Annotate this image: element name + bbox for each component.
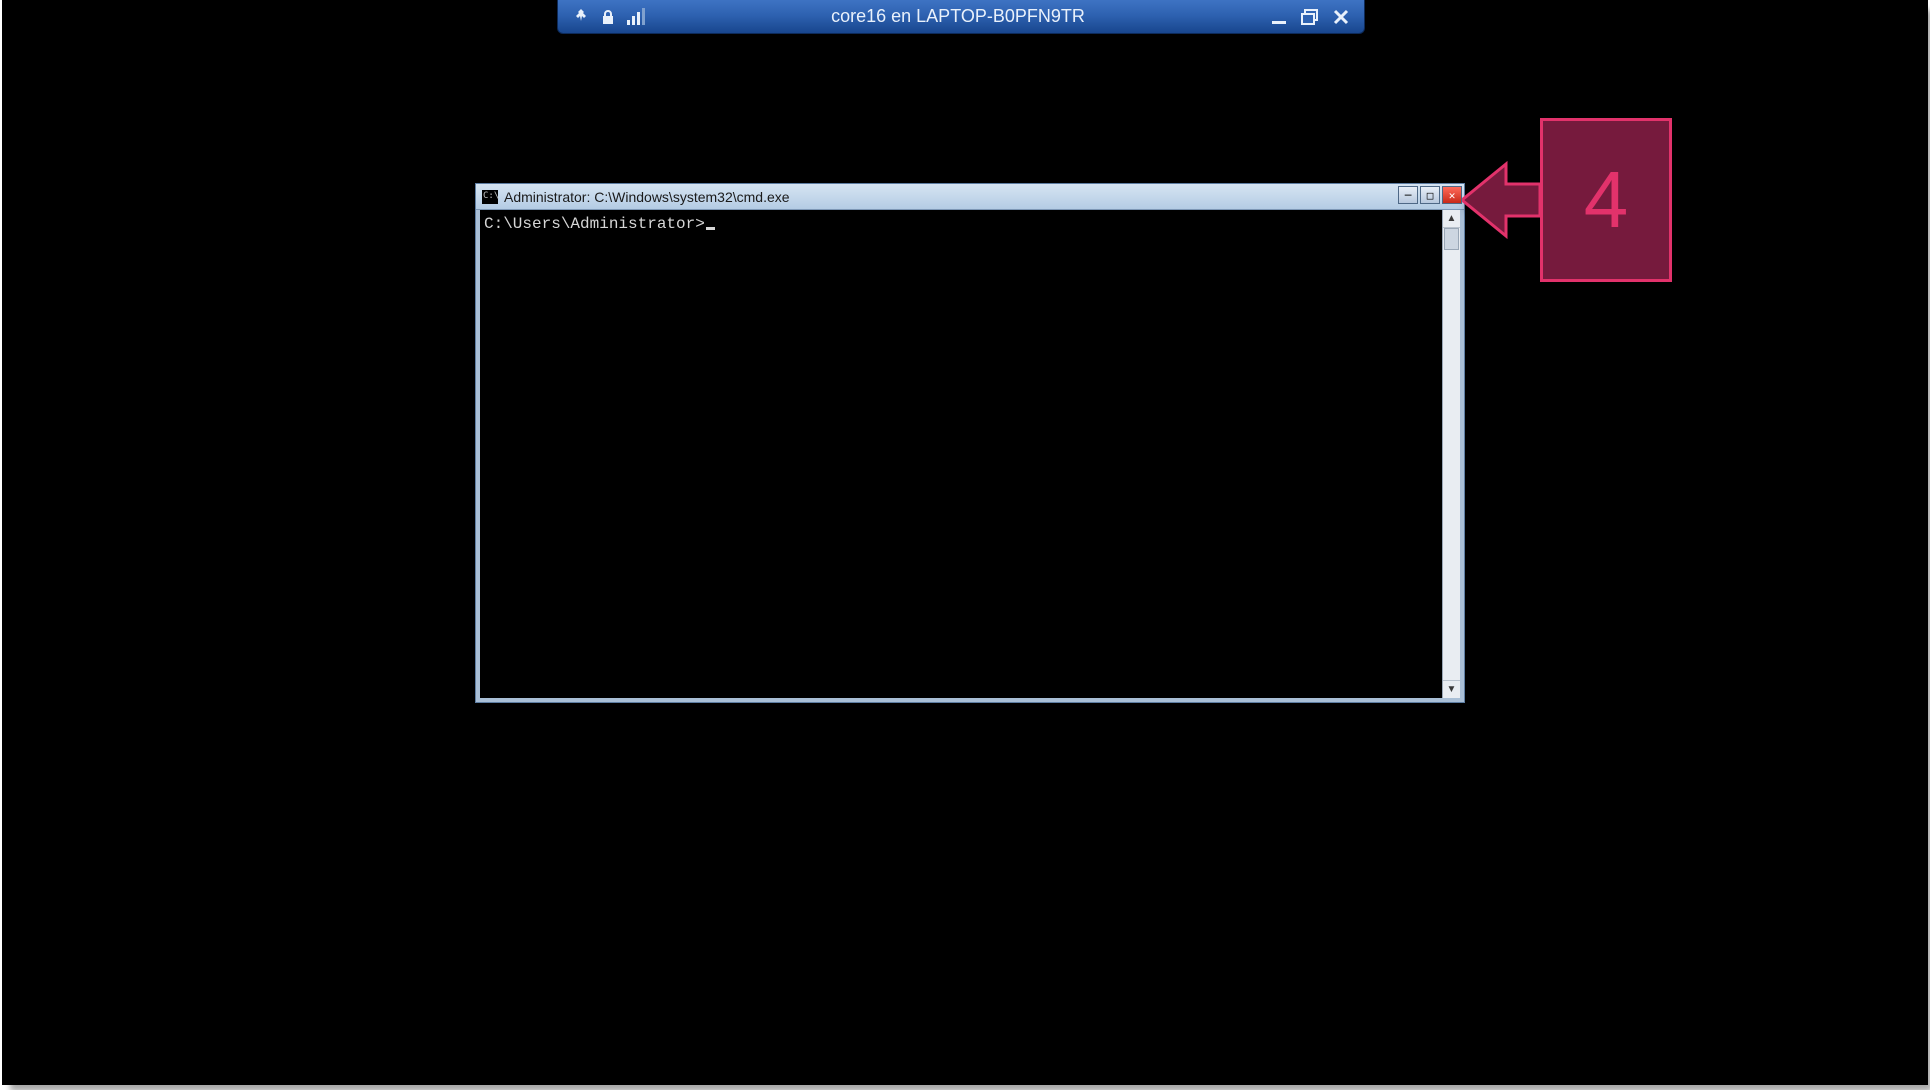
scroll-down-button[interactable]: ▼ bbox=[1443, 680, 1460, 698]
cmd-window[interactable]: Administrator: C:\Windows\system32\cmd.e… bbox=[475, 183, 1465, 703]
rdp-restore-button[interactable] bbox=[1300, 8, 1320, 26]
callout-number: 4 bbox=[1584, 154, 1629, 246]
annotation-callout: 4 bbox=[1462, 118, 1672, 282]
callout-arrow-icon bbox=[1462, 152, 1540, 248]
rdp-bar-title: core16 en LAPTOP-B0PFN9TR bbox=[646, 6, 1270, 27]
cmd-close-button[interactable]: ✕ bbox=[1442, 186, 1462, 204]
rdp-close-button[interactable] bbox=[1332, 8, 1350, 26]
cmd-cursor bbox=[706, 227, 715, 230]
rdp-bar-left-icons bbox=[558, 8, 646, 26]
cmd-sysmenu-icon[interactable] bbox=[482, 190, 498, 204]
pin-icon[interactable] bbox=[572, 8, 590, 26]
rdp-connection-bar[interactable]: core16 en LAPTOP-B0PFN9TR bbox=[557, 0, 1365, 34]
cmd-output[interactable]: C:\Users\Administrator> bbox=[480, 210, 1442, 698]
remote-desktop-area: core16 en LAPTOP-B0PFN9TR Administrator:… bbox=[2, 0, 1928, 1085]
maximize-glyph: □ bbox=[1427, 189, 1434, 202]
cmd-titlebar[interactable]: Administrator: C:\Windows\system32\cmd.e… bbox=[476, 184, 1464, 210]
scroll-up-button[interactable]: ▲ bbox=[1443, 210, 1460, 228]
close-glyph: ✕ bbox=[1449, 189, 1456, 202]
cmd-client-area: C:\Users\Administrator> ▲ ▼ bbox=[476, 210, 1464, 702]
scroll-track[interactable] bbox=[1443, 228, 1460, 680]
cmd-title: Administrator: C:\Windows\system32\cmd.e… bbox=[504, 189, 1392, 205]
cmd-scrollbar[interactable]: ▲ ▼ bbox=[1442, 210, 1460, 698]
rdp-minimize-button[interactable] bbox=[1270, 8, 1288, 26]
callout-box: 4 bbox=[1540, 118, 1672, 282]
rdp-bar-right-icons bbox=[1270, 8, 1364, 26]
cmd-minimize-button[interactable]: ─ bbox=[1398, 186, 1418, 204]
cmd-window-buttons: ─ □ ✕ bbox=[1398, 184, 1464, 209]
stage: core16 en LAPTOP-B0PFN9TR Administrator:… bbox=[0, 0, 1930, 1090]
lock-icon bbox=[600, 8, 616, 26]
scroll-thumb[interactable] bbox=[1444, 228, 1459, 250]
signal-icon bbox=[626, 8, 646, 26]
cmd-maximize-button[interactable]: □ bbox=[1420, 186, 1440, 204]
cmd-prompt: C:\Users\Administrator> bbox=[484, 215, 705, 233]
minimize-glyph: ─ bbox=[1405, 189, 1412, 202]
